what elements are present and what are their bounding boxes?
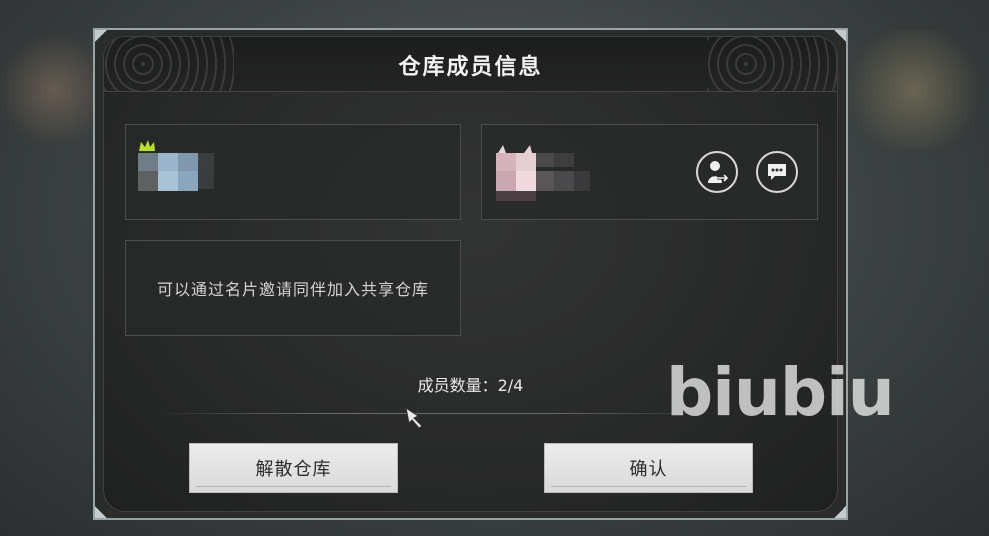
invite-hint: 可以通过名片邀请同伴加入共享仓库	[156, 280, 429, 299]
dissolve-warehouse-button[interactable]: 解散仓库	[189, 443, 398, 493]
background-blur-right	[839, 30, 989, 150]
dialog-body: 仓库成员信息 可以通过名片邀请同伴加入共享仓库 成员数量：2/4 解散仓库 确认	[103, 36, 838, 512]
member-card[interactable]	[481, 124, 818, 220]
pointer-cursor-icon	[405, 406, 423, 429]
frame-corner	[95, 506, 107, 518]
invite-slot[interactable]: 可以通过名片邀请同伴加入共享仓库	[125, 240, 461, 336]
watermark: biubiu	[666, 354, 895, 431]
crown-icon	[139, 140, 155, 151]
divider	[154, 413, 717, 414]
member-card-owner[interactable]	[125, 124, 461, 220]
chat-button[interactable]	[756, 151, 798, 193]
dialog-header: 仓库成员信息	[104, 37, 837, 92]
dialog-title: 仓库成员信息	[398, 55, 543, 80]
warehouse-members-dialog: 仓库成员信息 可以通过名片邀请同伴加入共享仓库 成员数量：2/4 解散仓库 确认	[93, 28, 848, 520]
chat-icon	[768, 164, 786, 180]
transfer-owner-button[interactable]	[696, 151, 738, 193]
transfer-owner-icon	[708, 161, 729, 183]
avatar	[496, 145, 590, 201]
confirm-button[interactable]: 确认	[544, 443, 753, 493]
